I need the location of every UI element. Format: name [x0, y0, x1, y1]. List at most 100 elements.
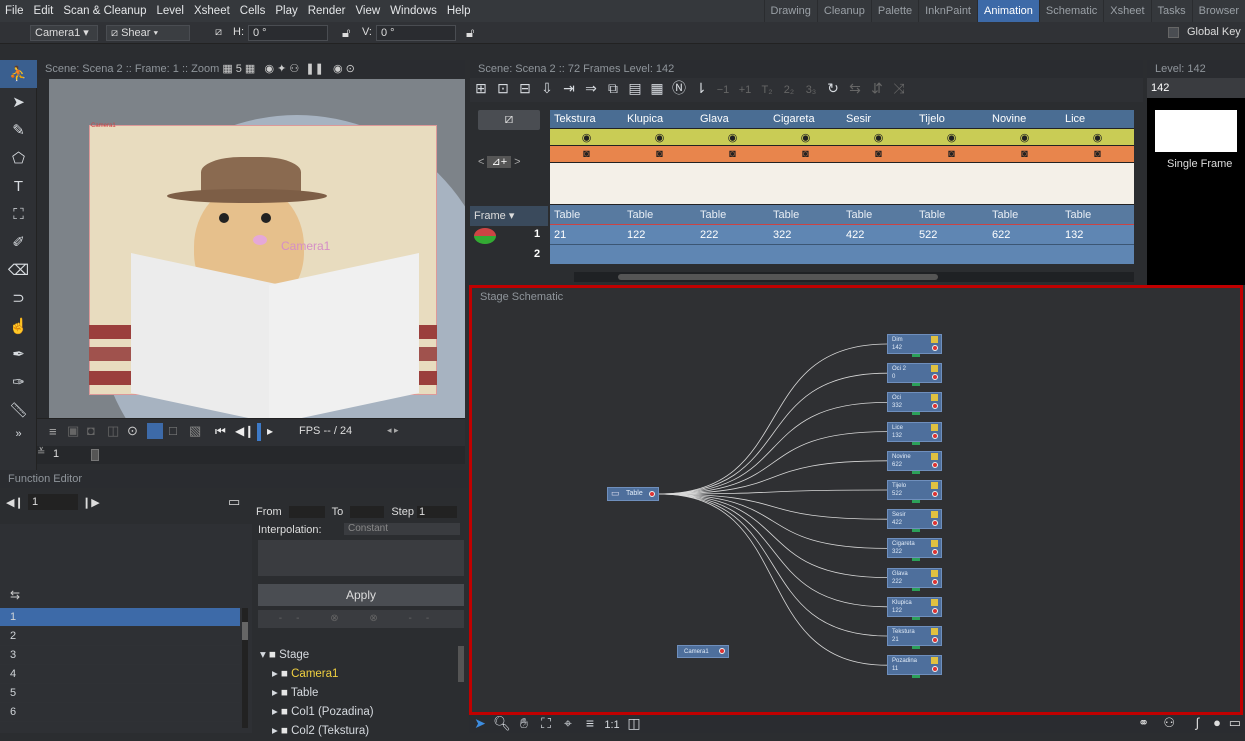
- tree-item[interactable]: ▸ ■ Col1 (Pozadina): [256, 703, 456, 722]
- level-name-field[interactable]: 142: [1147, 78, 1245, 98]
- decrease-step-icon[interactable]: −1: [712, 84, 734, 96]
- step-icon[interactable]: ⇂: [690, 80, 712, 97]
- node-flag-icon[interactable]: [931, 452, 938, 460]
- column-node[interactable]: Oci 20: [887, 363, 942, 387]
- style-picker-icon[interactable]: ✒: [0, 340, 37, 368]
- camstand-visible-toggle-icon[interactable]: ◙: [842, 145, 915, 162]
- column-node[interactable]: Dim 142: [887, 334, 942, 357]
- column-node[interactable]: Novine 622: [887, 450, 942, 474]
- collapse-icon[interactable]: ▸: [272, 725, 281, 737]
- finger-tool-icon[interactable]: ☝: [0, 312, 37, 340]
- column-pegbar[interactable]: Table: [623, 204, 696, 224]
- function-row[interactable]: 6: [0, 703, 240, 722]
- focus-current-icon[interactable]: ⌖: [557, 715, 579, 732]
- frame-slider-handle[interactable]: [91, 449, 99, 461]
- preview-visible-toggle-icon[interactable]: ◉: [769, 128, 842, 145]
- tree-item[interactable]: ▾ ■ Stage: [256, 646, 456, 665]
- node-output-port[interactable]: [912, 383, 920, 387]
- camstand-visible-toggle-icon[interactable]: ◙: [988, 145, 1061, 162]
- column-pegbar[interactable]: Table: [842, 204, 915, 224]
- xsheet-cell[interactable]: 132: [1061, 224, 1134, 244]
- from-field[interactable]: [288, 506, 325, 519]
- column-name[interactable]: Cigareta: [769, 110, 842, 128]
- node-output-port[interactable]: [912, 675, 920, 679]
- duplicate-icon[interactable]: ⧉: [602, 80, 624, 97]
- camstand-visible-toggle-icon[interactable]: ◙: [915, 145, 988, 162]
- menu-play[interactable]: Play: [270, 5, 302, 17]
- camstand-visible-toggle-icon[interactable]: ◙: [623, 145, 696, 162]
- camstand-visible-toggle-icon[interactable]: ◙: [550, 145, 623, 162]
- function-row[interactable]: 5: [0, 684, 240, 703]
- expand-icon[interactable]: ▾: [260, 649, 269, 661]
- column-node[interactable]: Pozadina 11: [887, 655, 942, 679]
- new-vector-icon[interactable]: ⊟: [514, 80, 536, 97]
- window-icon[interactable]: ▭: [1229, 715, 1241, 731]
- function-row[interactable]: 1: [0, 608, 240, 627]
- reframe-icon[interactable]: ⇩: [536, 80, 558, 97]
- column-thumbnail[interactable]: [915, 162, 988, 204]
- frame-header[interactable]: Frame ▾: [470, 206, 548, 226]
- object-select[interactable]: Camera1 ▾: [30, 25, 98, 41]
- column-thumbnail[interactable]: [550, 162, 623, 204]
- normal-size-button[interactable]: 1:1: [601, 719, 623, 731]
- tree-item[interactable]: ▸ ■ Camera1: [256, 665, 456, 684]
- geometric-tool-icon[interactable]: ⬠: [0, 144, 37, 172]
- reset-step-icon[interactable]: T₂: [756, 84, 778, 96]
- room-inknpaint[interactable]: InknPaint: [918, 0, 977, 22]
- menu-cells[interactable]: Cells: [235, 5, 271, 17]
- step-field[interactable]: 1: [417, 506, 458, 519]
- column-name[interactable]: Novine: [988, 110, 1061, 128]
- xsheet-column[interactable]: Novine ◉ ◙ Table 622: [988, 110, 1061, 264]
- xsheet-cell[interactable]: [915, 244, 988, 264]
- export-icon[interactable]: ⇒: [580, 80, 602, 97]
- menu-level[interactable]: Level: [151, 5, 189, 17]
- fps-stepper[interactable]: ◂ ▸: [387, 425, 399, 436]
- xsheet-hscrollbar[interactable]: [574, 272, 1134, 282]
- node-flag-icon[interactable]: [931, 598, 938, 606]
- node-flag-icon[interactable]: [931, 628, 938, 635]
- play-icon[interactable]: ▸: [267, 424, 273, 438]
- menu-windows[interactable]: Windows: [385, 5, 442, 17]
- column-pegbar[interactable]: Table: [550, 204, 623, 224]
- node-flag-icon[interactable]: [931, 365, 938, 373]
- mode-select[interactable]: ⧄ Shear ▾: [106, 25, 190, 41]
- node-output-port[interactable]: [912, 412, 920, 416]
- camera1-node[interactable]: Camera1: [677, 645, 729, 658]
- xsheet-column[interactable]: Klupica ◉ ◙ Table 122: [623, 110, 696, 264]
- next-key-icon[interactable]: ❙▶: [82, 496, 100, 509]
- column-name[interactable]: Tijelo: [915, 110, 988, 128]
- column-node[interactable]: Glava 222: [887, 567, 942, 591]
- column-thumbnail[interactable]: [623, 162, 696, 204]
- xsheet-cell[interactable]: [988, 244, 1061, 264]
- column-pegbar[interactable]: Table: [769, 204, 842, 224]
- column-node[interactable]: Tekstura 21: [887, 626, 942, 649]
- table-node[interactable]: ▭ Table: [607, 487, 659, 501]
- xsheet-cell[interactable]: [1061, 244, 1134, 264]
- playhead-icon[interactable]: [257, 423, 261, 441]
- segment-nav-buttons[interactable]: -- ⊗ ⊗ --: [258, 610, 464, 628]
- hand-mode-icon[interactable]: ✋︎: [513, 715, 535, 732]
- menu-edit[interactable]: Edit: [29, 5, 59, 17]
- function-row[interactable]: 4: [0, 665, 240, 684]
- room-browser[interactable]: Browser: [1191, 0, 1245, 22]
- menu-scan-cleanup[interactable]: Scan & Cleanup: [58, 5, 151, 17]
- function-row[interactable]: 2: [0, 627, 240, 646]
- menu-help[interactable]: Help: [442, 5, 476, 17]
- onion-skin-icon[interactable]: [474, 228, 496, 244]
- lock-icon[interactable]: 🔓︎: [466, 25, 474, 41]
- animate-tool-icon[interactable]: ⛹: [0, 60, 37, 88]
- node-port-icon[interactable]: [932, 461, 938, 468]
- frame-field[interactable]: 1: [53, 448, 59, 460]
- spline-icon[interactable]: ∫: [1195, 715, 1199, 730]
- h-field[interactable]: 0 °: [248, 25, 328, 41]
- camstand-visible-toggle-icon[interactable]: ◙: [769, 145, 842, 162]
- global-key-checkbox[interactable]: [1168, 27, 1179, 38]
- zoom-mode-icon[interactable]: 🔍︎: [491, 715, 513, 732]
- preview-visible-toggle-icon[interactable]: ◉: [1061, 128, 1134, 145]
- menu-icon[interactable]: ≡: [49, 424, 57, 439]
- node-flag-icon[interactable]: [931, 511, 938, 519]
- xsheet-column[interactable]: Cigareta ◉ ◙ Table 322: [769, 110, 842, 264]
- node-output-port[interactable]: [912, 441, 920, 445]
- preview-visible-toggle-icon[interactable]: ◉: [696, 128, 769, 145]
- room-tasks[interactable]: Tasks: [1150, 0, 1192, 22]
